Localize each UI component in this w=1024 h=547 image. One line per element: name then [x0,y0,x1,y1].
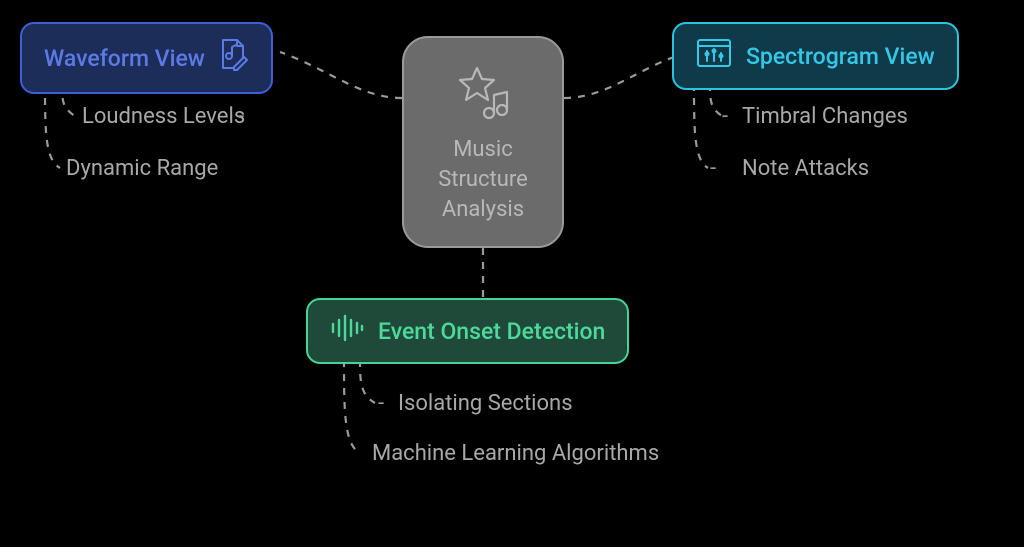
dash-marker: - [378,391,384,416]
audio-bars-icon [330,314,364,348]
branch-spectrogram-view: Spectrogram View [672,22,959,90]
center-title: Music Structure Analysis [414,135,552,224]
spectrogram-label: Spectrogram View [746,43,935,70]
branch-event-onset-detection: Event Onset Detection [306,298,629,364]
music-file-edit-icon [219,38,249,78]
center-node-music-structure: Music Structure Analysis [402,36,564,248]
leaf-dynamic-range: Dynamic Range [66,156,218,181]
onset-label: Event Onset Detection [378,318,605,345]
leaf-isolating-sections: Isolating Sections [398,391,573,416]
waveform-label: Waveform View [44,45,205,72]
spectrogram-panel-icon [696,38,732,74]
dash-marker: - [710,156,716,181]
branch-waveform-view: Waveform View [20,22,273,94]
dash-marker: - [722,104,728,129]
leaf-note-attacks: Note Attacks [742,156,869,181]
leaf-ml-algorithms: Machine Learning Algorithms [372,441,659,466]
dash-marker: - [238,104,244,129]
leaf-loudness-levels: Loudness Levels [82,104,245,129]
star-music-icon [451,65,515,125]
leaf-timbral-changes: Timbral Changes [742,104,908,129]
